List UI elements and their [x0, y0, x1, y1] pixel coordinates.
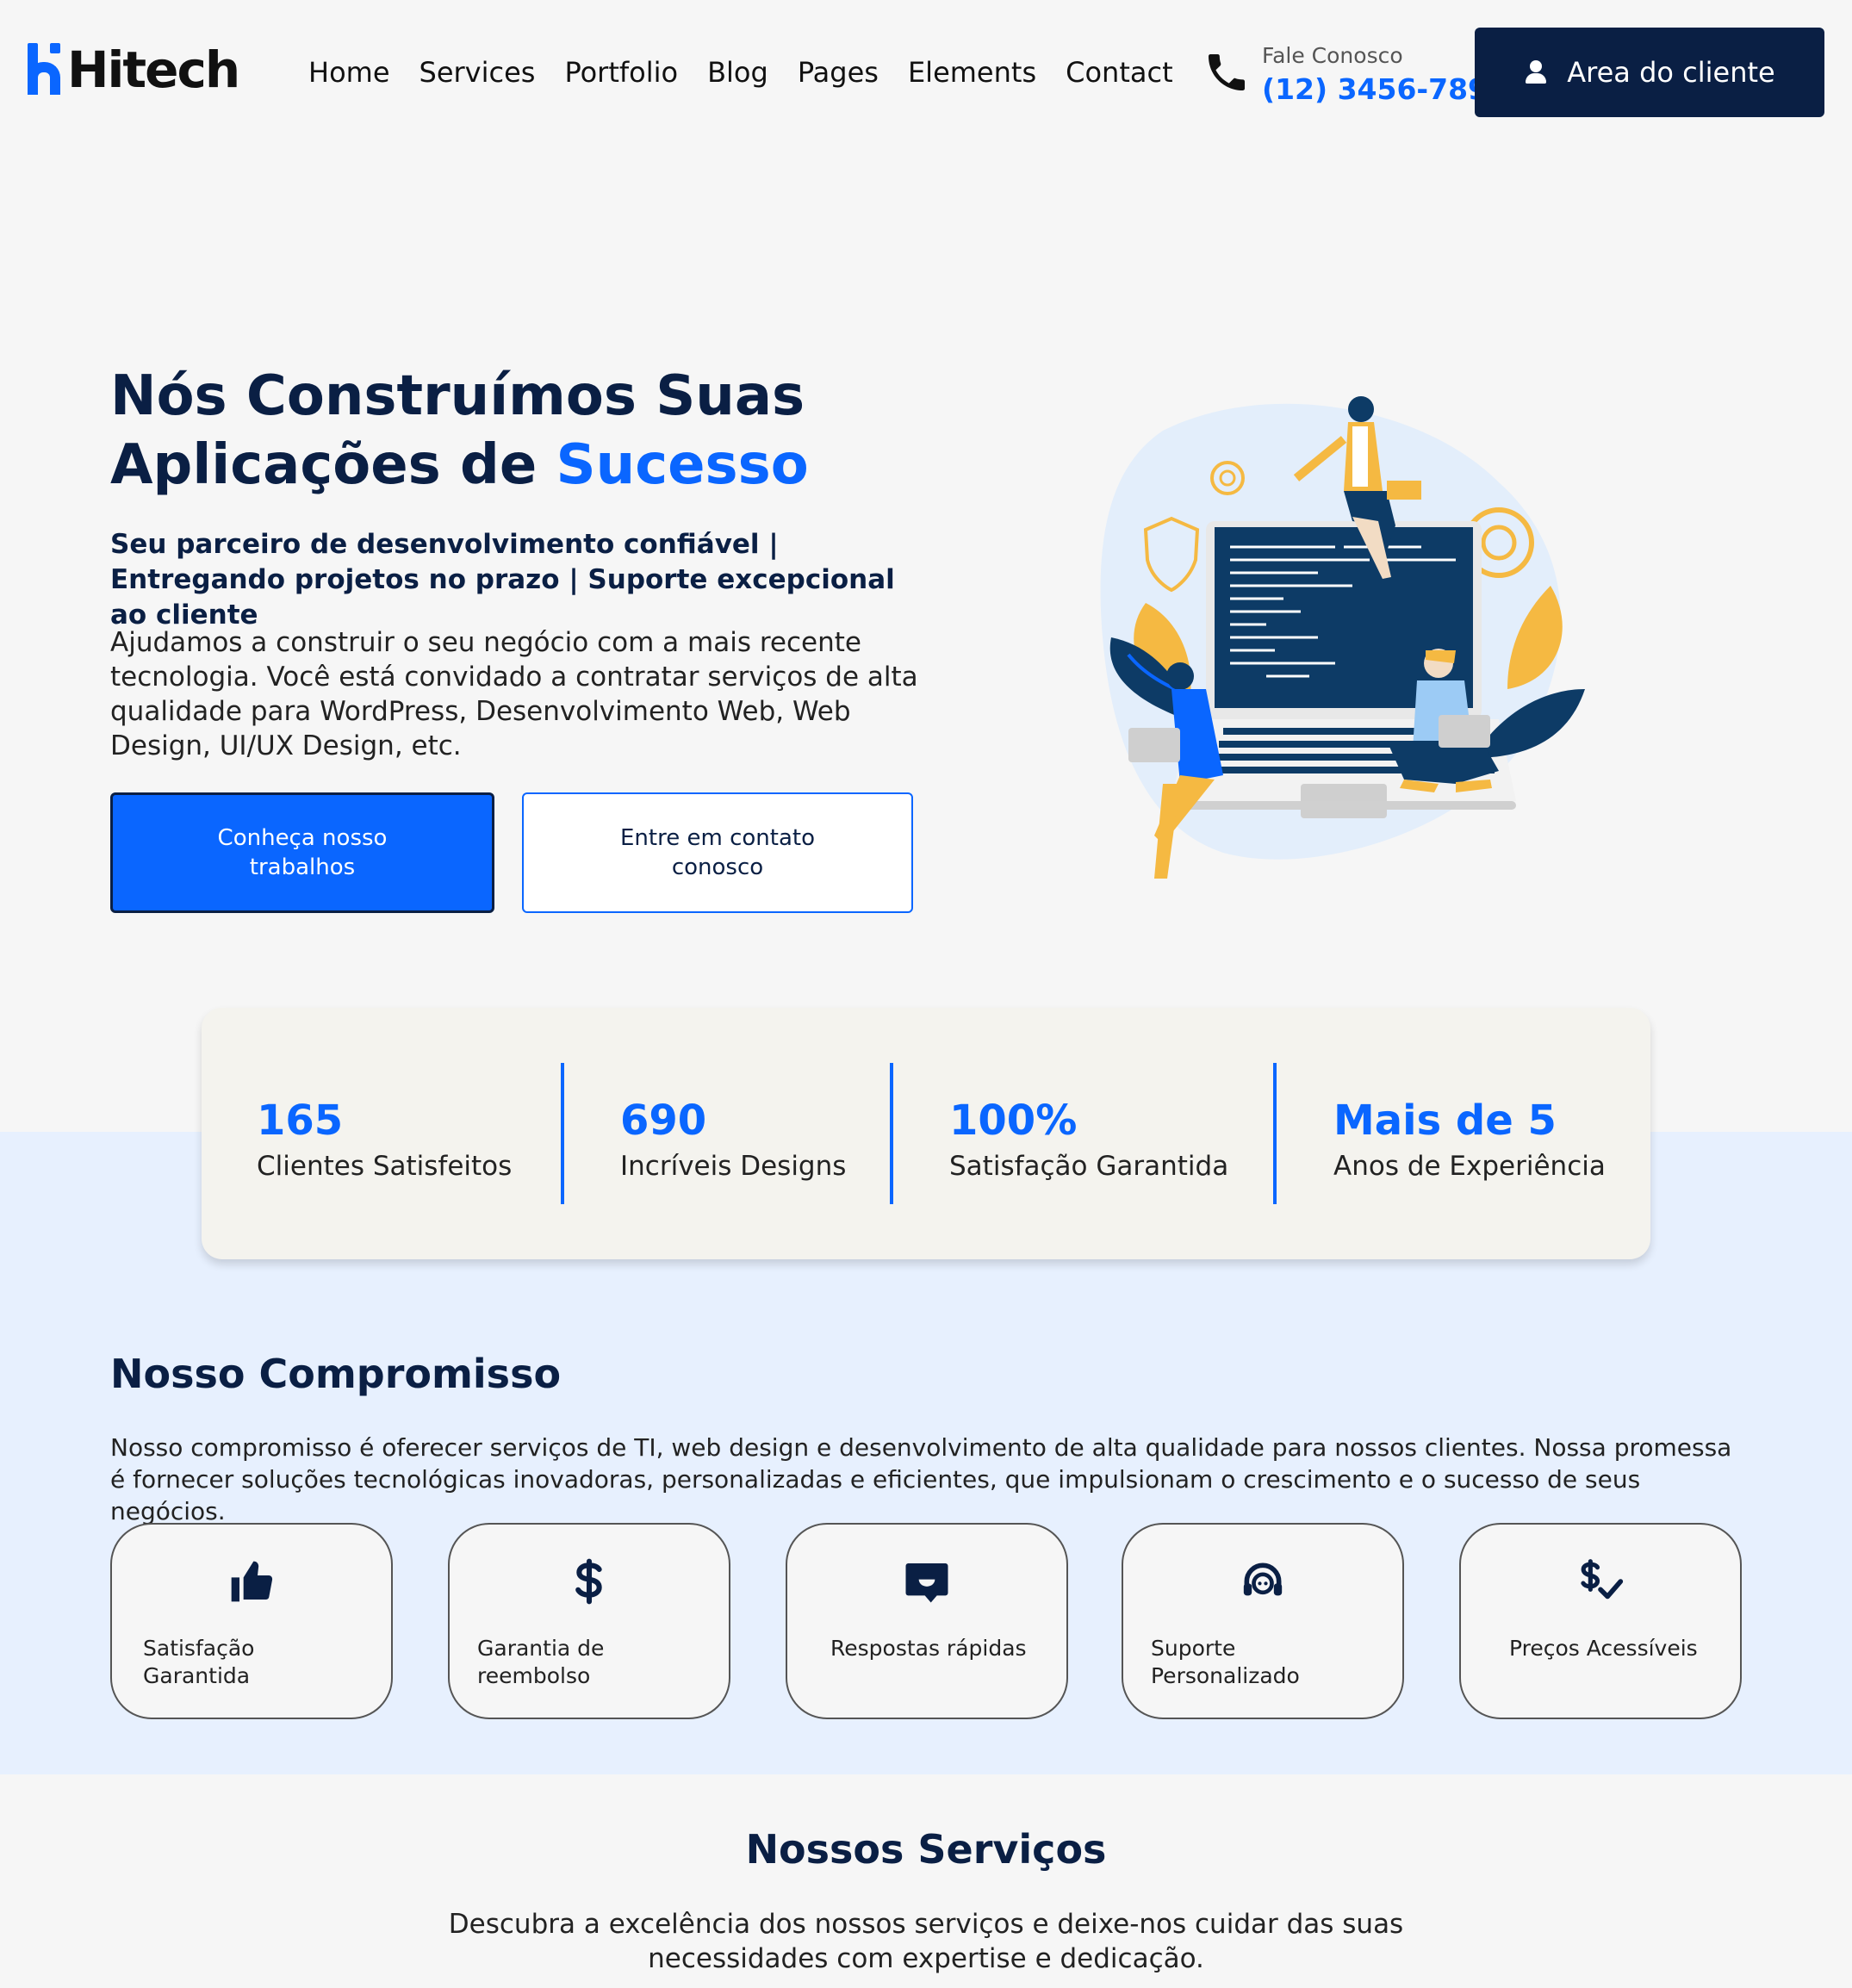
stat-value: 100%: [949, 1097, 1078, 1145]
nav-services[interactable]: Services: [419, 52, 536, 93]
contact-button[interactable]: Entre em contato conosco: [522, 792, 913, 913]
feature-card-satisfaction[interactable]: Satisfação Garantida: [110, 1523, 393, 1719]
feature-label: Satisfação Garantida: [143, 1636, 255, 1688]
hero-description: Ajudamos a construir o seu negócio com a…: [110, 627, 918, 761]
stat-divider: [561, 1063, 564, 1204]
feature-card-support[interactable]: Suporte Personalizado: [1122, 1523, 1404, 1719]
hero-illustration: [1100, 396, 1585, 879]
hero-subtitle: Seu parceiro de desenvolvimento confiáve…: [110, 529, 895, 631]
stat-satisfaction: 100% Satisfação Garantida: [949, 1094, 1228, 1185]
feature-label: Preços Acessíveis: [1509, 1636, 1698, 1661]
stat-label: Clientes Satisfeitos: [257, 1151, 513, 1182]
chat-icon: [905, 1563, 948, 1603]
services-title: Nossos Serviços: [745, 1826, 1107, 1873]
nav-blog[interactable]: Blog: [707, 52, 768, 93]
commitment-text: Nosso compromisso é oferecer serviços de…: [110, 1433, 1732, 1525]
feature-label: Respostas rápidas: [830, 1636, 1027, 1661]
stat-label: Incríveis Designs: [620, 1151, 847, 1182]
feature-card-refund[interactable]: Garantia de reembolso: [448, 1523, 730, 1719]
stat-value: 165: [257, 1097, 344, 1145]
stat-divider: [890, 1063, 893, 1204]
hero-title: Nós Construímos Suas Aplicações de Suces…: [110, 362, 886, 500]
nav-home[interactable]: Home: [308, 52, 390, 93]
stat-label: Satisfação Garantida: [949, 1151, 1229, 1182]
stat-designs: 690 Incríveis Designs: [620, 1094, 846, 1185]
dollar-icon: [575, 1558, 602, 1605]
price-check-icon: [1581, 1559, 1624, 1600]
logo-mark-icon: [26, 40, 64, 98]
stats-card: 165 Clientes Satisfeitos 690 Incríveis D…: [202, 1008, 1650, 1259]
stat-experience: Mais de 5 Anos de Experiência: [1333, 1094, 1606, 1185]
nav-contact[interactable]: Contact: [1066, 52, 1173, 93]
portfolio-button[interactable]: Conheça nosso trabalhos: [110, 792, 494, 913]
user-icon: [1524, 60, 1548, 84]
logo-text: Hitech: [67, 40, 240, 99]
site-header: Hitech Home Services Portfolio Blog Page…: [0, 0, 1852, 146]
feature-card-pricing[interactable]: Preços Acessíveis: [1459, 1523, 1742, 1719]
client-area-button[interactable]: Area do cliente: [1475, 28, 1824, 117]
headset-icon: [1243, 1562, 1283, 1596]
stat-divider: [1273, 1063, 1277, 1204]
nav-elements[interactable]: Elements: [908, 52, 1036, 93]
feature-card-fast-response[interactable]: Respostas rápidas: [786, 1523, 1068, 1719]
client-area-label: Area do cliente: [1567, 56, 1775, 89]
hero-title-accent: Sucesso: [556, 433, 809, 497]
logo[interactable]: Hitech: [26, 38, 240, 99]
feature-label: Garantia de reembolso: [477, 1636, 605, 1688]
nav-portfolio[interactable]: Portfolio: [564, 52, 678, 93]
thumbs-up-icon: [231, 1561, 273, 1602]
phone-number-link[interactable]: (12) 3456-7890: [1262, 72, 1507, 106]
main-nav: Home Services Portfolio Blog Pages Eleme…: [308, 52, 1203, 93]
phone-icon: [1209, 54, 1245, 90]
stat-label: Anos de Experiência: [1333, 1151, 1606, 1182]
services-text: Descubra a excelência dos nossos serviço…: [448, 1909, 1404, 1974]
stat-value: Mais de 5: [1333, 1097, 1557, 1145]
commitment-title: Nosso Compromisso: [110, 1351, 562, 1397]
phone-label: Fale Conosco: [1262, 43, 1403, 68]
stat-value: 690: [620, 1097, 707, 1145]
nav-pages[interactable]: Pages: [798, 52, 879, 93]
feature-label: Suporte Personalizado: [1151, 1636, 1300, 1688]
stat-clients: 165 Clientes Satisfeitos: [257, 1094, 512, 1185]
